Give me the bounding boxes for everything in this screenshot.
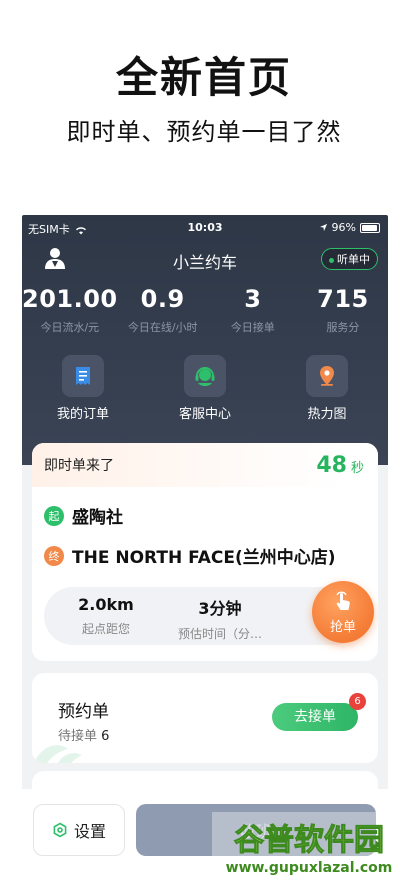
- end-tag: 终: [44, 545, 64, 566]
- settings-button[interactable]: 设置: [33, 804, 125, 856]
- pending-count-badge: 6: [349, 693, 366, 710]
- distance-label: 起点距您: [81, 622, 130, 636]
- stat-label: 服务分: [326, 321, 360, 334]
- tool-label: 热力图: [307, 407, 347, 422]
- tool-my-orders[interactable]: 我的订单: [22, 355, 144, 427]
- bottom-bar: 设置 收班: [22, 789, 388, 883]
- stat-label: 今日接单: [230, 321, 275, 334]
- route-end: 终 THE NORTH FACE(兰州中心店): [44, 543, 336, 568]
- instant-order-header: 即时单来了 48 秒: [32, 443, 378, 487]
- tool-label: 客服中心: [178, 407, 231, 422]
- distance-info: 2.0km 起点距您: [66, 595, 146, 637]
- off-work-button[interactable]: 收班: [136, 804, 376, 856]
- settings-label: 设置: [73, 822, 106, 841]
- reserve-pending: 待接单 6: [58, 729, 110, 744]
- stat-service-score[interactable]: 715 服务分: [298, 285, 388, 345]
- stat-revenue[interactable]: 201.00 今日流水/元: [22, 285, 118, 345]
- off-work-label: 收班: [239, 822, 272, 841]
- grab-order-button[interactable]: 抢单: [312, 581, 374, 643]
- stats-row: 201.00 今日流水/元 0.9 今日在线/小时 3 今日接单 715 服务分: [22, 285, 388, 345]
- promo-subtitle: 即时单、预约单一目了然: [66, 118, 342, 146]
- instant-order-card[interactable]: 即时单来了 48 秒 起 盛陶社 终 THE NORTH FACE(兰州中心店) …: [32, 443, 378, 661]
- status-dot-icon: [329, 257, 334, 263]
- go-accept-button[interactable]: 去接单: [272, 703, 358, 731]
- settings-hex-icon: [53, 822, 67, 838]
- eta-value: 3分钟: [198, 599, 242, 618]
- headset-icon: [184, 355, 226, 397]
- stat-value: 3: [244, 285, 262, 313]
- status-bar: 无SIM卡 10:03 96%: [22, 221, 388, 236]
- stat-value: 715: [317, 285, 369, 313]
- eta-info: 3分钟 预估时间（分…: [170, 595, 270, 642]
- stat-online-hours[interactable]: 0.9 今日在线/小时: [118, 285, 208, 345]
- tool-heatmap[interactable]: 热力图: [266, 355, 388, 427]
- reserve-title: 预约单: [58, 702, 109, 722]
- start-tag: 起: [44, 505, 64, 526]
- battery-icon: [360, 222, 380, 233]
- tool-label: 我的订单: [56, 407, 109, 422]
- stat-label: 今日流水/元: [40, 321, 100, 334]
- location-pin-icon: [306, 355, 348, 397]
- header-panel: 无SIM卡 10:03 96% 小兰约车 听单中 201.00 今日流水/元 0…: [22, 215, 388, 465]
- distance-value: 2.0km: [78, 595, 134, 614]
- receipt-icon: [62, 355, 104, 397]
- tool-customer-service[interactable]: 客服中心: [144, 355, 266, 427]
- countdown-timer: 48 秒: [316, 452, 364, 478]
- route-start: 起 盛陶社: [44, 503, 123, 528]
- instant-order-title: 即时单来了: [44, 458, 114, 474]
- start-place: 盛陶社: [72, 508, 123, 528]
- eta-label: 预估时间（分…: [177, 627, 262, 641]
- listening-status-badge[interactable]: 听单中: [321, 248, 378, 270]
- battery-percent: 96%: [331, 221, 356, 234]
- stat-label: 今日在线/小时: [127, 321, 198, 334]
- end-place: THE NORTH FACE(兰州中心店): [72, 548, 336, 568]
- nav-bar: 小兰约车 听单中: [22, 241, 388, 275]
- reserve-order-card[interactable]: 预约单 待接单 6 去接单 6: [32, 673, 378, 763]
- stat-value: 201.00: [22, 285, 118, 313]
- quick-tools: 我的订单 客服中心 热力图: [22, 355, 388, 427]
- grab-order-label: 抢单: [329, 620, 356, 635]
- promo-title: 全新首页: [115, 53, 292, 102]
- status-right: 96%: [319, 221, 380, 234]
- location-arrow-icon: [319, 223, 327, 232]
- tap-hand-icon: [336, 591, 350, 610]
- stat-value: 0.9: [140, 285, 185, 313]
- phone-screen: 无SIM卡 10:03 96% 小兰约车 听单中 201.00 今日流水/元 0…: [22, 215, 388, 883]
- stat-orders[interactable]: 3 今日接单: [208, 285, 298, 345]
